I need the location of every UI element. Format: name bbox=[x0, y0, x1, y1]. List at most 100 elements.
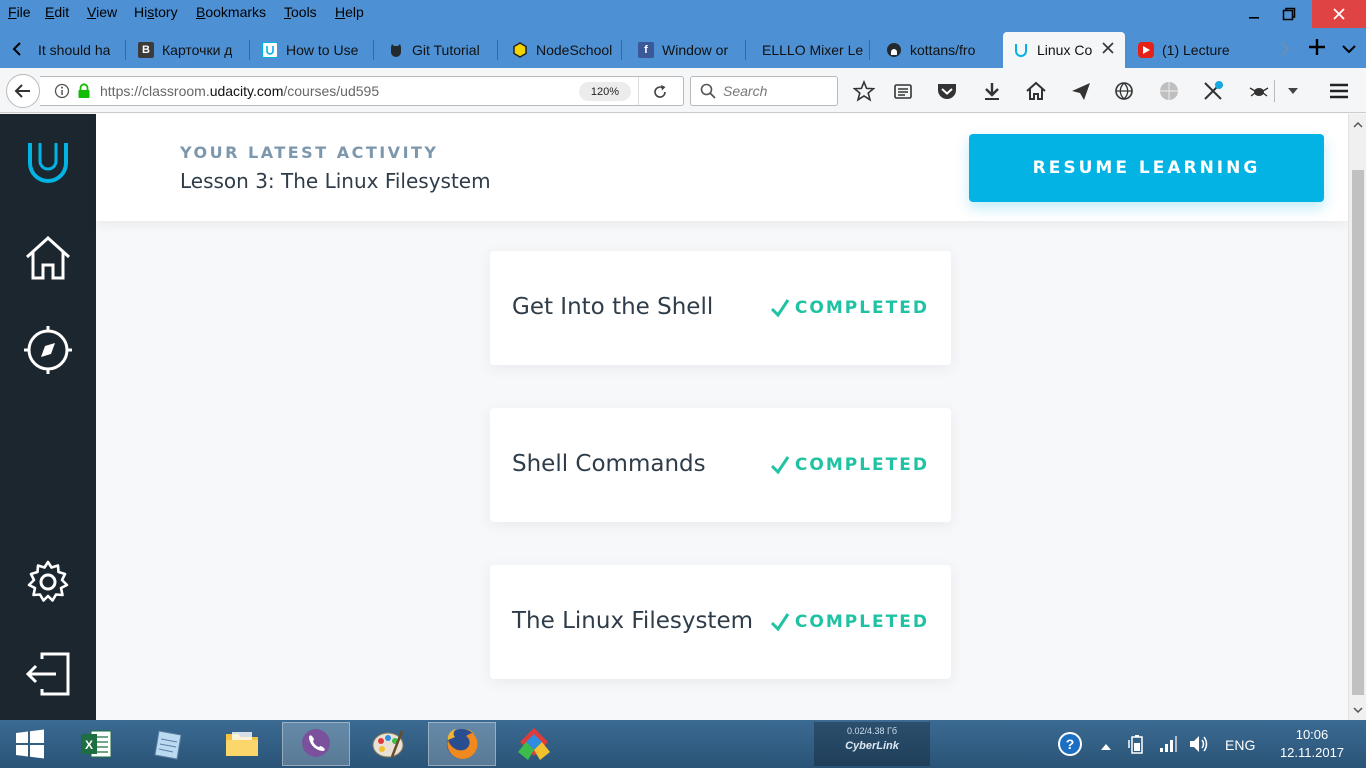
url-path: /courses/ud595 bbox=[283, 83, 380, 99]
send-tab-icon[interactable] bbox=[1068, 78, 1094, 104]
tab-scroll-right-icon[interactable] bbox=[1272, 36, 1298, 62]
lesson-card[interactable]: The Linux Filesystem COMPLETED bbox=[490, 565, 951, 679]
menu-edit[interactable]: Edit bbox=[45, 4, 69, 20]
info-icon[interactable] bbox=[54, 83, 70, 103]
close-tab-icon[interactable] bbox=[1101, 41, 1115, 58]
compass-icon[interactable] bbox=[22, 324, 74, 376]
activity-lesson-title[interactable]: Lesson 3: The Linux Filesystem bbox=[180, 169, 491, 193]
tab-list-chevron-icon[interactable] bbox=[1336, 36, 1362, 62]
viber-icon[interactable] bbox=[282, 722, 350, 766]
back-button[interactable] bbox=[6, 74, 40, 108]
download-icon[interactable] bbox=[979, 78, 1005, 104]
pocket-icon[interactable] bbox=[934, 78, 960, 104]
excel-icon[interactable]: X bbox=[62, 722, 130, 766]
lesson-card[interactable]: Shell Commands COMPLETED bbox=[490, 408, 951, 522]
system-clock[interactable]: 10:06 12.11.2017 bbox=[1272, 726, 1352, 762]
zoom-level-badge[interactable]: 120% bbox=[579, 82, 631, 101]
lesson-title: Shell Commands bbox=[512, 451, 706, 477]
udacity-classroom-page: YOUR LATEST ACTIVITY Lesson 3: The Linux… bbox=[0, 114, 1348, 720]
colorful-app-icon[interactable] bbox=[500, 722, 568, 766]
tab-bar: It should ha B Карточки д How to Use Git… bbox=[0, 28, 1366, 68]
menu-file[interactable]: File bbox=[8, 4, 31, 20]
screenshot-tool-icon[interactable] bbox=[1200, 78, 1226, 104]
menu-history[interactable]: History bbox=[134, 4, 178, 20]
windows-start-icon[interactable] bbox=[0, 722, 60, 766]
clock-date: 12.11.2017 bbox=[1279, 745, 1345, 760]
tab-7[interactable]: kottans/fro bbox=[872, 32, 1002, 68]
menu-view[interactable]: View bbox=[87, 4, 117, 20]
cyberlink-brand: CyberLink bbox=[845, 740, 899, 752]
tab-9[interactable]: (1) Lecture bbox=[1128, 32, 1268, 68]
home-icon[interactable] bbox=[22, 232, 74, 284]
tab-title: It should ha bbox=[38, 42, 111, 58]
url-divider bbox=[638, 77, 639, 105]
tab-0[interactable]: It should ha bbox=[30, 32, 126, 68]
svg-text:X: X bbox=[85, 738, 93, 752]
hamburger-menu-icon[interactable] bbox=[1326, 78, 1352, 104]
scroll-down-icon[interactable] bbox=[1349, 702, 1366, 718]
network-signal-icon[interactable] bbox=[1158, 734, 1178, 757]
tab-8-active[interactable]: Linux Co bbox=[1003, 32, 1125, 68]
tab-3[interactable]: Git Tutorial bbox=[376, 32, 498, 68]
url-domain: udacity.com bbox=[209, 83, 284, 99]
new-tab-plus-icon[interactable] bbox=[1304, 34, 1330, 60]
tab-title: Git Tutorial bbox=[412, 42, 480, 58]
close-window-icon[interactable] bbox=[1312, 0, 1366, 28]
notes-app-icon[interactable] bbox=[136, 722, 204, 766]
battery-icon[interactable] bbox=[1128, 734, 1146, 757]
volume-icon[interactable] bbox=[1188, 734, 1210, 757]
status-label: COMPLETED bbox=[794, 612, 929, 632]
page-scrollbar[interactable] bbox=[1348, 114, 1366, 720]
vpn-globe-icon[interactable] bbox=[1111, 78, 1137, 104]
youtube-icon bbox=[1138, 42, 1154, 58]
windows-taskbar: X 0.02/4.38 Гб CyberLink ? ENG 10:06 12.… bbox=[0, 720, 1366, 768]
svg-text:?: ? bbox=[1066, 736, 1075, 752]
menu-bar: File Edit View History Bookmarks Tools H… bbox=[0, 0, 1366, 28]
tab-title: Карточки д bbox=[162, 42, 233, 58]
tab-title: Linux Co bbox=[1037, 42, 1093, 58]
tab-2[interactable]: How to Use bbox=[252, 32, 374, 68]
tray-expand-chevron-icon[interactable] bbox=[1100, 738, 1112, 754]
tab-1[interactable]: B Карточки д bbox=[128, 32, 250, 68]
clock-time: 10:06 bbox=[1295, 727, 1329, 742]
scroll-thumb[interactable] bbox=[1352, 170, 1364, 695]
menu-tools[interactable]: Tools bbox=[284, 4, 317, 20]
url-bar[interactable]: https://classroom.udacity.com/courses/ud… bbox=[40, 76, 684, 106]
menu-bookmarks[interactable]: Bookmarks bbox=[196, 4, 266, 20]
tab-5[interactable]: f Window or bbox=[624, 32, 746, 68]
resume-learning-button[interactable]: RESUME LEARNING bbox=[969, 134, 1324, 202]
file-explorer-icon[interactable] bbox=[208, 722, 276, 766]
tab-title: ELLLO Mixer Le bbox=[762, 42, 864, 58]
tab-title: Window or bbox=[662, 42, 729, 58]
checkmark-icon bbox=[770, 456, 790, 475]
search-box[interactable]: Search bbox=[690, 76, 838, 106]
lesson-card[interactable]: Get Into the Shell COMPLETED bbox=[490, 251, 951, 365]
maximize-icon[interactable] bbox=[1266, 0, 1312, 28]
bookmark-star-icon[interactable] bbox=[851, 78, 877, 104]
scroll-up-icon[interactable] bbox=[1349, 117, 1366, 133]
reading-list-icon[interactable] bbox=[890, 78, 916, 104]
logout-icon[interactable] bbox=[22, 648, 74, 700]
url-text[interactable]: https://classroom.udacity.com/courses/ud… bbox=[100, 83, 379, 99]
bug-extension-icon[interactable] bbox=[1246, 78, 1272, 104]
url-prefix: https://classroom. bbox=[100, 83, 210, 99]
reload-icon[interactable] bbox=[652, 84, 668, 104]
overflow-chevron-icon[interactable] bbox=[1280, 78, 1306, 104]
tab-scroll-left-icon[interactable] bbox=[4, 36, 30, 62]
firefox-icon[interactable] bbox=[428, 722, 496, 766]
settings-gear-icon[interactable] bbox=[22, 556, 74, 608]
tab-4[interactable]: NodeSchool bbox=[500, 32, 622, 68]
tab-6[interactable]: ELLLO Mixer Le bbox=[748, 32, 870, 68]
language-indicator[interactable]: ENG bbox=[1225, 737, 1255, 753]
globe-extension-icon[interactable] bbox=[1156, 78, 1182, 104]
status-label: COMPLETED bbox=[794, 298, 929, 318]
menu-help[interactable]: Help bbox=[335, 4, 364, 20]
cyberlink-widget[interactable]: 0.02/4.38 Гб CyberLink bbox=[814, 722, 930, 766]
facebook-icon: f bbox=[638, 42, 654, 58]
paint-icon[interactable] bbox=[354, 722, 422, 766]
nodeschool-hexagon-icon bbox=[512, 42, 528, 58]
navigation-toolbar: https://classroom.udacity.com/courses/ud… bbox=[0, 68, 1366, 113]
help-tray-icon[interactable]: ? bbox=[1056, 730, 1084, 761]
home-icon[interactable] bbox=[1023, 78, 1049, 104]
udacity-logo-icon[interactable] bbox=[22, 138, 74, 190]
